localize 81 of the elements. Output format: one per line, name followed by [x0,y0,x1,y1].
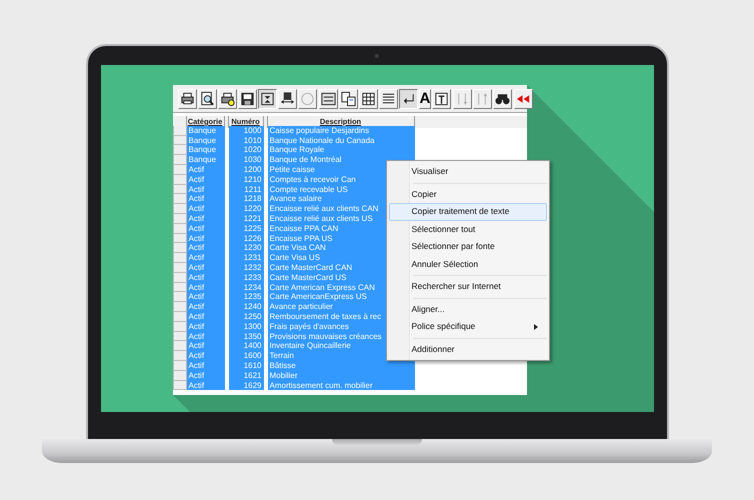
table-cell: Banque [186,155,224,165]
row-header-cell[interactable] [172,194,186,204]
table-cell: 1610 [228,360,264,371]
table-cell: 1235 [228,292,264,302]
row-header-cell[interactable] [172,184,186,194]
table-cell: Actif [186,243,224,254]
table-cell: Actif [186,351,224,361]
table-cell: Banque Nationale du Canada [268,136,414,146]
row-header-cell[interactable] [172,341,186,352]
row-header-cell[interactable] [172,292,186,302]
row-header-cell[interactable] [172,155,186,165]
row-header-cell[interactable] [172,312,186,322]
table-cell: 1030 [228,155,264,165]
row-header-cell[interactable] [172,272,186,283]
table-cell: Actif [186,194,224,204]
table-cell: Actif [186,253,224,263]
table-cell: 1010 [228,136,264,146]
magnifier-icon [198,90,216,108]
table-cell: 1232 [228,262,264,273]
table-cell: Banque [186,126,224,136]
table-cell: 1218 [228,194,264,204]
table-cell: Bâtisse [268,360,414,371]
table-cell: 1230 [228,243,264,254]
row-header-cell[interactable] [172,243,186,254]
row-header-cell[interactable] [172,262,186,273]
row-header-cell[interactable] [172,174,186,185]
table-cell: 1300 [228,322,264,332]
table-cell: Actif [186,204,224,214]
row-header-cell[interactable] [172,380,186,390]
row-header-cell[interactable] [172,214,186,224]
menu-item[interactable]: Copier traitement de texte [388,203,546,220]
table-cell: 1240 [228,302,264,312]
table-cell: 1226 [228,234,264,244]
row-header-cell[interactable] [172,204,186,214]
table-cell: Actif [186,292,224,302]
table-cell: 1400 [228,341,264,352]
table-cell: 1000 [228,126,264,136]
toolbar-button[interactable] [398,88,418,108]
table-cell: Banque Royale [268,145,414,156]
row-header-cell[interactable] [172,136,186,146]
table-cell: Actif [186,302,224,312]
table-cell: 1210 [228,174,264,185]
table-cell: Banque [186,145,224,156]
table-cell: Mobilier [268,370,414,381]
table-cell: 1233 [228,272,264,283]
toolbar-button[interactable] [258,88,276,108]
table-cell: 1350 [228,332,264,342]
row-header-cell[interactable] [172,234,186,244]
table-cell: 1020 [228,145,264,156]
row-header-cell[interactable] [172,282,186,292]
row-header-cell[interactable] [172,224,186,234]
table-cell: Amortissement cum. mobilier [268,380,414,390]
row-header-cell[interactable] [172,253,186,263]
header-cell [224,116,228,128]
row-header-cell[interactable] [172,322,186,332]
table-cell: 1200 [228,164,264,175]
row-header-cell[interactable] [172,302,186,312]
table-cell: Caisse populaire Desjardins [268,126,414,136]
table-cell: Banque de Montréal [268,155,414,165]
row-header-cell[interactable] [172,351,186,361]
font-button[interactable]: A [418,88,432,108]
table-cell: 1231 [228,253,264,263]
table-cell: 1221 [228,214,264,224]
table-cell: 1211 [228,184,264,194]
row-header-cell[interactable] [172,360,186,371]
table-cell: 1600 [228,351,264,361]
header-cell [264,116,268,128]
row-header-cell[interactable] [172,164,186,175]
table-cell: 1629 [228,380,264,390]
table-cell: 1250 [228,312,264,322]
submenu-arrow-icon [534,324,538,330]
row-header-cell[interactable] [172,145,186,156]
table-cell: 1225 [228,224,264,234]
row-header-cell[interactable] [172,370,186,381]
table-cell: 1220 [228,204,264,214]
table-cell: Actif [186,341,224,352]
row-header-cell[interactable] [172,332,186,342]
pages-icon [340,90,356,108]
table-cell: 1621 [228,370,264,381]
table-cell: 1234 [228,282,264,292]
row-header-cell[interactable] [172,126,186,136]
